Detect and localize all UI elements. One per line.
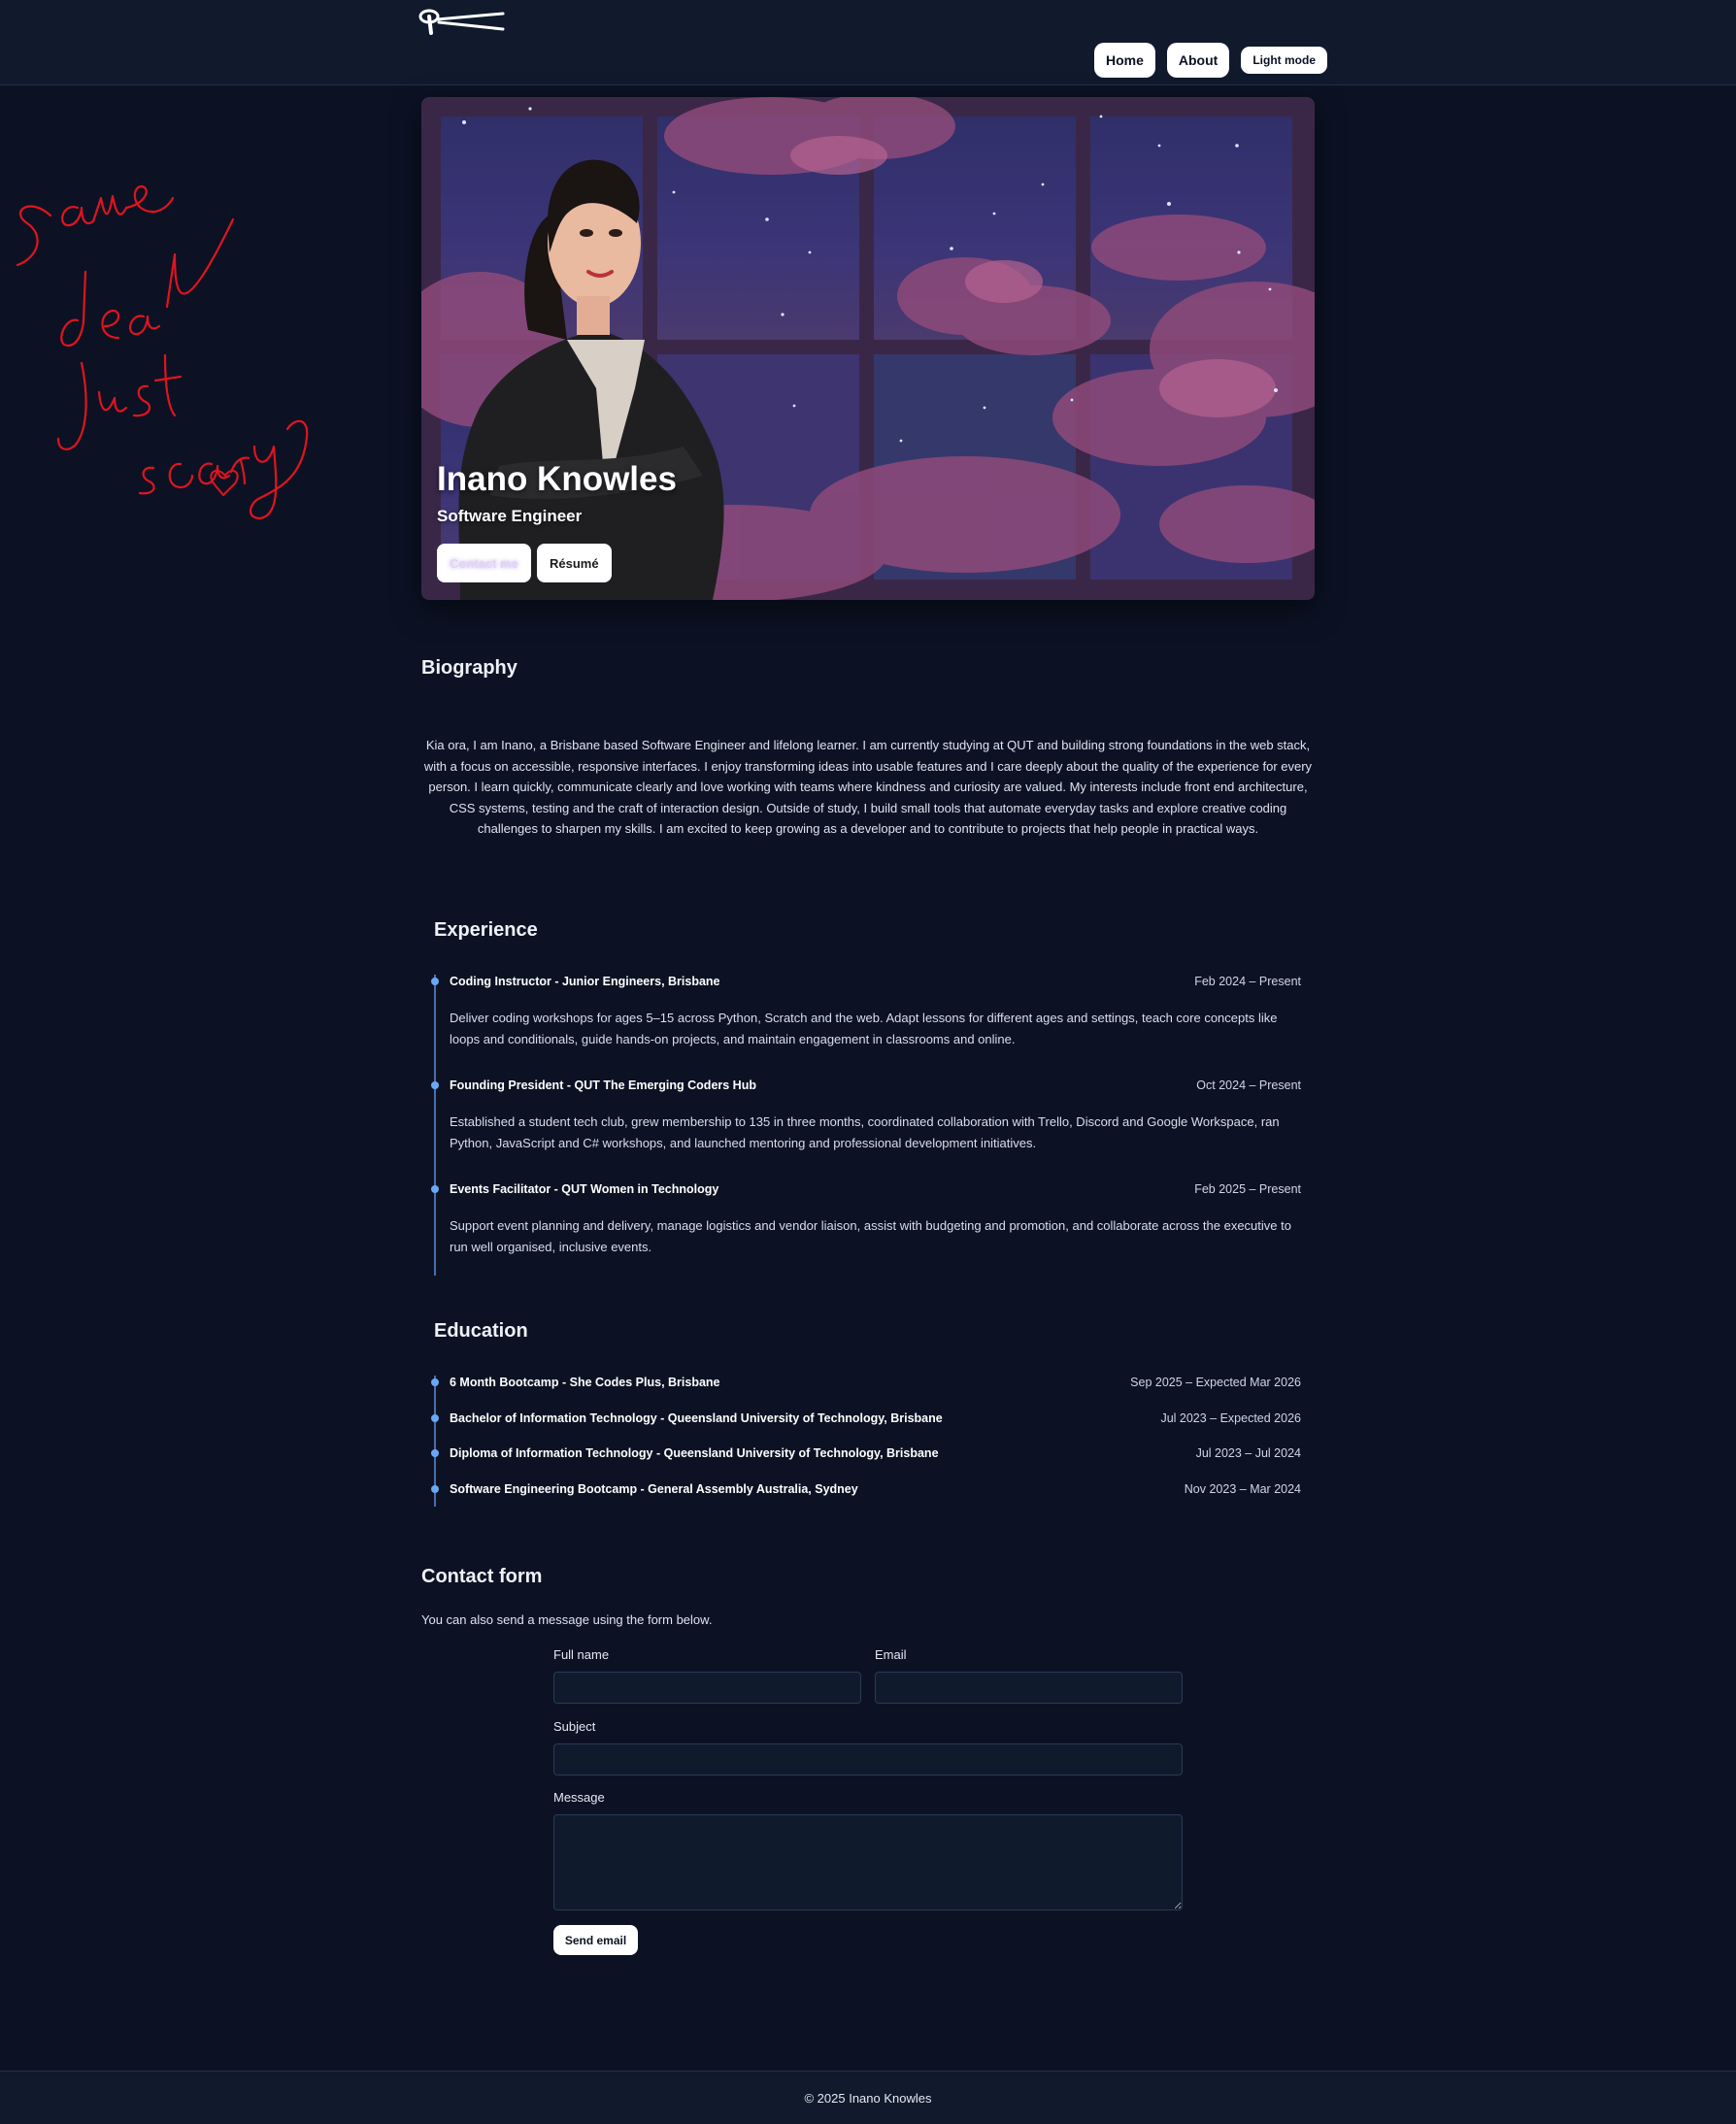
- message-label: Message: [553, 1790, 605, 1805]
- experience-date: Feb 2024 – Present: [1194, 975, 1301, 988]
- hero-role: Software Engineer: [437, 507, 583, 525]
- main-nav: Home About Light mode: [1093, 43, 1327, 78]
- experience-description: Deliver coding workshops for ages 5–15 a…: [450, 1011, 1278, 1046]
- education-date: Jul 2023 – Expected 2026: [1160, 1411, 1301, 1425]
- contact-intro: You can also send a message using the fo…: [421, 1612, 713, 1627]
- timeline-dot: [431, 1414, 439, 1422]
- nav-about-button[interactable]: About: [1166, 43, 1230, 78]
- email-label: Email: [875, 1647, 907, 1662]
- hero-name: Inano Knowles: [437, 460, 677, 498]
- subject-label: Subject: [553, 1719, 596, 1734]
- education-title: Diploma of Information Technology - Quee…: [450, 1446, 939, 1460]
- hero-banner: Inano Knowles Software Engineer Contact …: [421, 97, 1315, 600]
- timeline-line: [434, 975, 436, 1276]
- full-name-label: Full name: [553, 1647, 610, 1662]
- experience-timeline: Coding Instructor - Junior Engineers, Br…: [431, 975, 1301, 1276]
- subject-input[interactable]: [553, 1743, 1183, 1776]
- education-timeline: 6 Month Bootcamp - She Codes Plus, Brisb…: [431, 1376, 1301, 1507]
- handwritten-annotation: [16, 184, 309, 520]
- site-footer: © 2025 Inano Knowles: [0, 2071, 1736, 2124]
- resume-button[interactable]: Résumé: [537, 544, 612, 582]
- education-date: Sep 2025 – Expected Mar 2026: [1130, 1376, 1301, 1389]
- timeline-dot: [431, 978, 439, 985]
- send-email-button[interactable]: Send email: [553, 1925, 638, 1955]
- nav-home-button[interactable]: Home: [1093, 43, 1155, 78]
- timeline-dot: [431, 1378, 439, 1386]
- footer-copyright: © 2025 Inano Knowles: [804, 2090, 932, 2106]
- experience-date: Feb 2025 – Present: [1194, 1182, 1301, 1196]
- education-title: Bachelor of Information Technology - Que…: [450, 1411, 943, 1425]
- education-title: Software Engineering Bootcamp - General …: [450, 1482, 858, 1496]
- experience-title: Coding Instructor - Junior Engineers, Br…: [450, 975, 720, 988]
- cursive-k-logo-icon[interactable]: [416, 6, 509, 37]
- experience-description: Established a student tech club, grew me…: [450, 1114, 1280, 1150]
- experience-heading: Experience: [434, 919, 538, 941]
- light-mode-toggle[interactable]: Light mode: [1241, 47, 1327, 74]
- education-date: Nov 2023 – Mar 2024: [1184, 1482, 1301, 1496]
- timeline-dot: [431, 1449, 439, 1457]
- experience-description: Support event planning and delivery, man…: [450, 1218, 1291, 1254]
- message-textarea[interactable]: [553, 1814, 1183, 1910]
- biography-heading: Biography: [421, 657, 517, 679]
- timeline-dot: [431, 1185, 439, 1193]
- email-input[interactable]: [875, 1672, 1183, 1704]
- timeline-dot: [431, 1485, 439, 1493]
- full-name-input[interactable]: [553, 1672, 861, 1704]
- timeline-dot: [431, 1081, 439, 1089]
- experience-title: Events Facilitator - QUT Women in Techno…: [450, 1182, 719, 1196]
- hero-actions: Contact me Résumé: [437, 544, 612, 582]
- contact-heading: Contact form: [421, 1566, 543, 1587]
- biography-text: Kia ora, I am Inano, a Brisbane based So…: [423, 738, 1313, 836]
- education-date: Jul 2023 – Jul 2024: [1195, 1446, 1301, 1460]
- contact-me-button[interactable]: Contact me: [437, 544, 531, 582]
- education-heading: Education: [434, 1320, 528, 1342]
- experience-title: Founding President - QUT The Emerging Co…: [450, 1079, 756, 1092]
- education-title: 6 Month Bootcamp - She Codes Plus, Brisb…: [450, 1376, 720, 1389]
- experience-date: Oct 2024 – Present: [1196, 1079, 1301, 1092]
- site-header: Home About Light mode: [0, 0, 1736, 85]
